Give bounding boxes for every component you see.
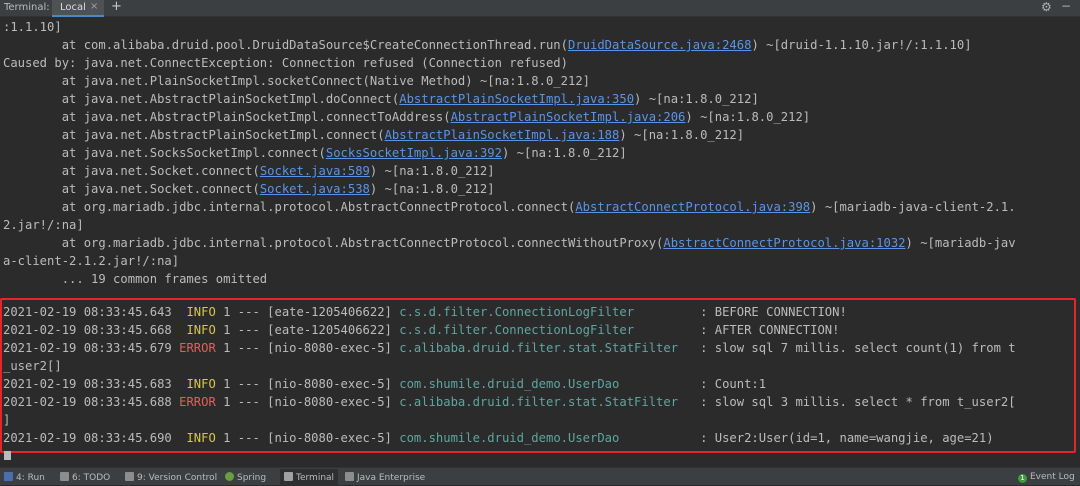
event-log-tool-button[interactable]: 1 Event Log xyxy=(1018,472,1075,483)
spring-tool-button[interactable]: Spring xyxy=(225,472,266,483)
source-link[interactable]: AbstractPlainSocketImpl.java:188 xyxy=(385,128,620,142)
terminal-cursor xyxy=(4,451,11,460)
output-line: at java.net.Socket.connect(Socket.java:5… xyxy=(3,164,495,178)
event-log-icon: 1 xyxy=(1018,474,1027,483)
output-line: at java.net.AbstractPlainSocketImpl.doCo… xyxy=(3,92,759,106)
output-line: at java.net.AbstractPlainSocketImpl.conn… xyxy=(3,110,811,124)
source-link[interactable]: Socket.java:589 xyxy=(260,164,370,178)
spring-icon xyxy=(225,472,234,481)
todo-tool-button[interactable]: 6: TODO xyxy=(60,472,110,483)
version-control-tool-button[interactable]: 9: Version Control xyxy=(125,472,217,483)
run-icon xyxy=(4,472,13,481)
output-line: Caused by: java.net.ConnectException: Co… xyxy=(3,56,568,70)
terminal-tool-button[interactable]: Terminal xyxy=(280,469,339,486)
tab-local-label: Local xyxy=(60,2,86,13)
output-line: 2.jar!/:na] xyxy=(3,218,84,232)
highlight-box xyxy=(0,298,1076,453)
output-line: at org.mariadb.jdbc.internal.protocol.Ab… xyxy=(3,236,1016,250)
output-line: :1.1.10] xyxy=(3,20,62,34)
source-link[interactable]: SocksSocketImpl.java:392 xyxy=(326,146,502,160)
terminal-icon xyxy=(284,472,293,481)
hide-icon[interactable]: − xyxy=(1061,0,1071,13)
todo-icon xyxy=(60,472,69,481)
output-line: at com.alibaba.druid.pool.DruidDataSourc… xyxy=(3,38,972,52)
output-line: a-client-2.1.2.jar!/:na] xyxy=(3,254,180,268)
version-control-icon xyxy=(125,472,134,481)
output-line: at java.net.AbstractPlainSocketImpl.conn… xyxy=(3,128,745,142)
source-link[interactable]: DruidDataSource.java:2468 xyxy=(568,38,751,52)
gear-icon[interactable]: ⚙ xyxy=(1041,0,1052,14)
output-line: at java.net.PlainSocketImpl.socketConnec… xyxy=(3,74,590,88)
tab-local[interactable]: Local × xyxy=(52,0,104,17)
output-line: ... 19 common frames omitted xyxy=(3,272,268,286)
output-line: at java.net.SocksSocketImpl.connect(Sock… xyxy=(3,146,627,160)
source-link[interactable]: AbstractPlainSocketImpl.java:206 xyxy=(451,110,686,124)
add-tab-icon[interactable]: + xyxy=(111,0,122,14)
java-enterprise-tool-button[interactable]: Java Enterprise xyxy=(345,472,425,483)
source-link[interactable]: Socket.java:538 xyxy=(260,182,370,196)
source-link[interactable]: AbstractPlainSocketImpl.java:350 xyxy=(399,92,634,106)
output-line: at java.net.Socket.connect(Socket.java:5… xyxy=(3,182,495,196)
tool-window-bar: 4: Run 6: TODO 9: Version Control Spring… xyxy=(0,467,1080,486)
source-link[interactable]: AbstractConnectProtocol.java:398 xyxy=(575,200,810,214)
terminal-title: Terminal: xyxy=(4,2,50,13)
output-line: at org.mariadb.jdbc.internal.protocol.Ab… xyxy=(3,200,1016,214)
run-tool-button[interactable]: 4: Run xyxy=(4,472,45,483)
source-link[interactable]: AbstractConnectProtocol.java:1032 xyxy=(663,236,905,250)
terminal-tab-bar: Terminal: Local × + ⚙ − xyxy=(0,0,1080,17)
close-icon[interactable]: × xyxy=(90,1,98,12)
java-enterprise-icon xyxy=(345,472,354,481)
